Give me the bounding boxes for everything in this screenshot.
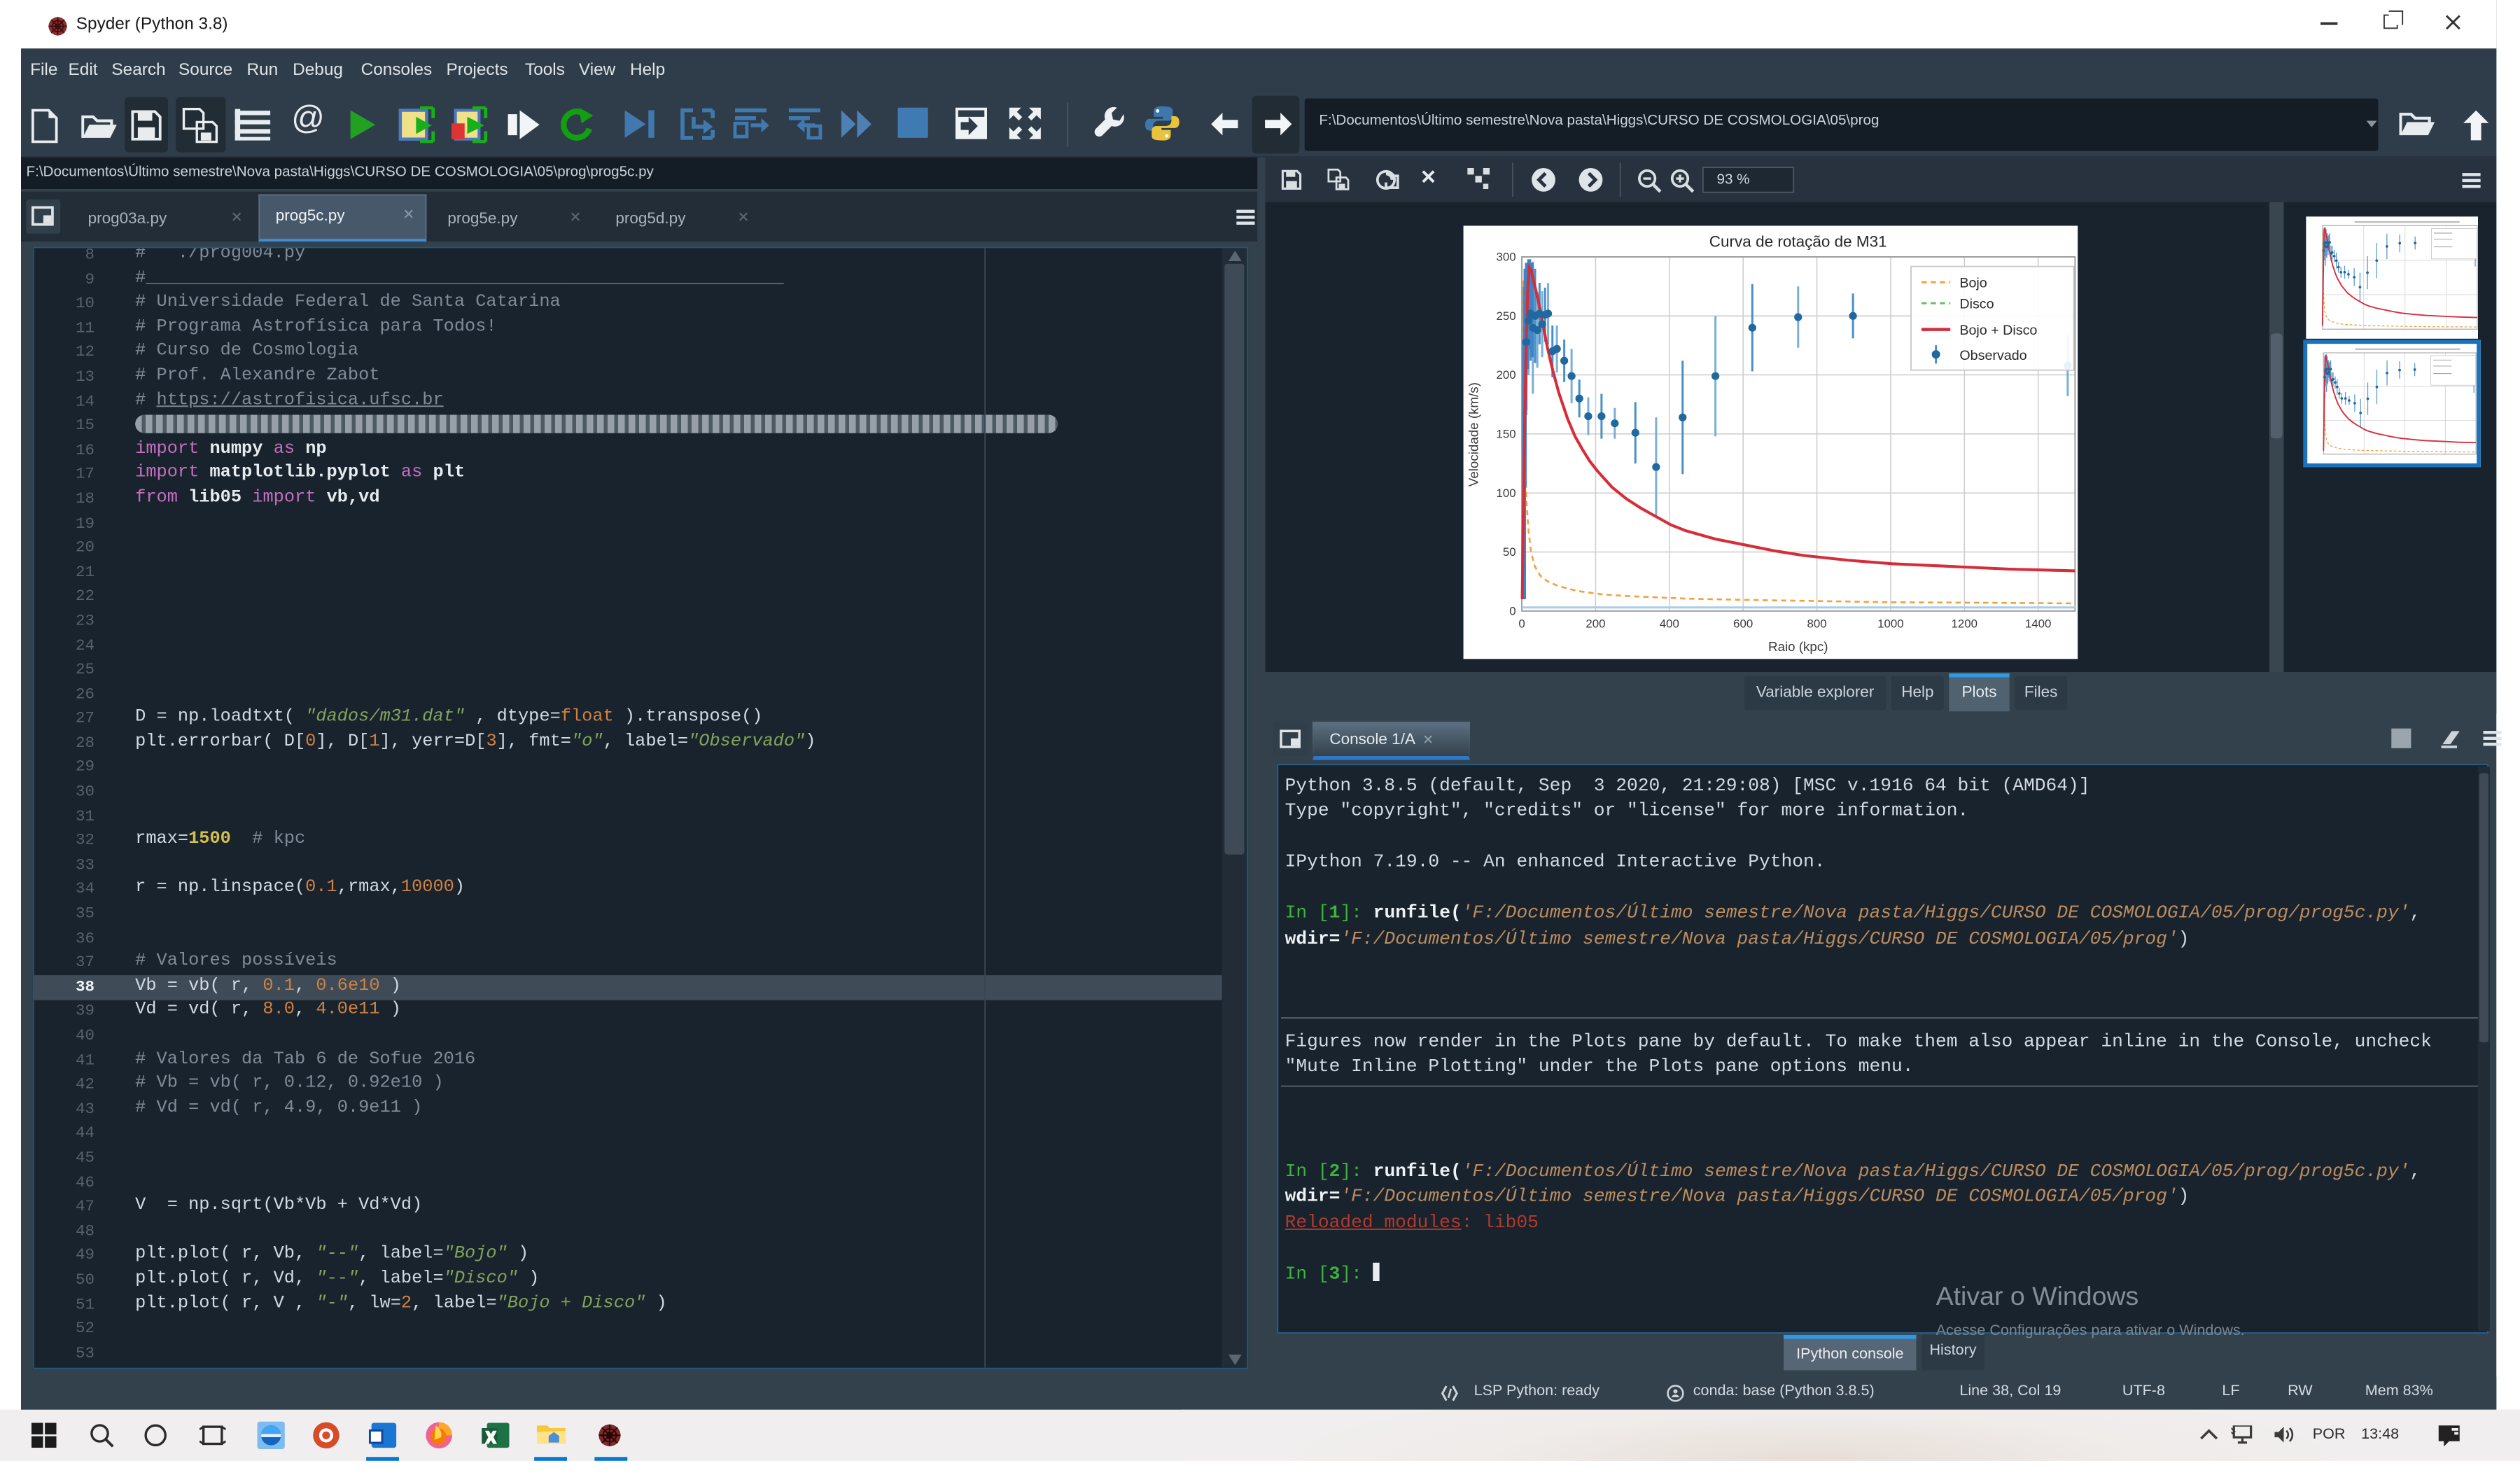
svg-text:Bojo: Bojo — [1959, 276, 1987, 291]
svg-text:600: 600 — [1733, 617, 1753, 630]
svg-text:0: 0 — [1509, 604, 1516, 617]
svg-text:Raio (kpc): Raio (kpc) — [1768, 639, 1828, 654]
svg-text:1400: 1400 — [2025, 617, 2052, 630]
svg-text:Disco: Disco — [1959, 297, 1994, 312]
svg-text:250: 250 — [1496, 309, 1516, 323]
svg-text:100: 100 — [1496, 487, 1516, 500]
svg-text:400: 400 — [1660, 617, 1679, 630]
svg-text:300: 300 — [1496, 251, 1516, 264]
svg-text:800: 800 — [1807, 617, 1826, 630]
svg-text:0: 0 — [1518, 617, 1525, 630]
svg-text:50: 50 — [1503, 545, 1516, 559]
svg-text:200: 200 — [1496, 368, 1516, 382]
svg-text:Bojo + Disco: Bojo + Disco — [1959, 323, 2037, 338]
svg-text:150: 150 — [1496, 428, 1516, 441]
svg-text:Curva de rotação de M31: Curva de rotação de M31 — [1709, 233, 1887, 251]
svg-text:200: 200 — [1586, 617, 1605, 630]
svg-text:1000: 1000 — [1877, 617, 1904, 630]
svg-text:1200: 1200 — [1952, 617, 1978, 630]
svg-text:Observado: Observado — [1959, 348, 2026, 363]
svg-text:Velocidade (km/s): Velocidade (km/s) — [1466, 382, 1480, 487]
